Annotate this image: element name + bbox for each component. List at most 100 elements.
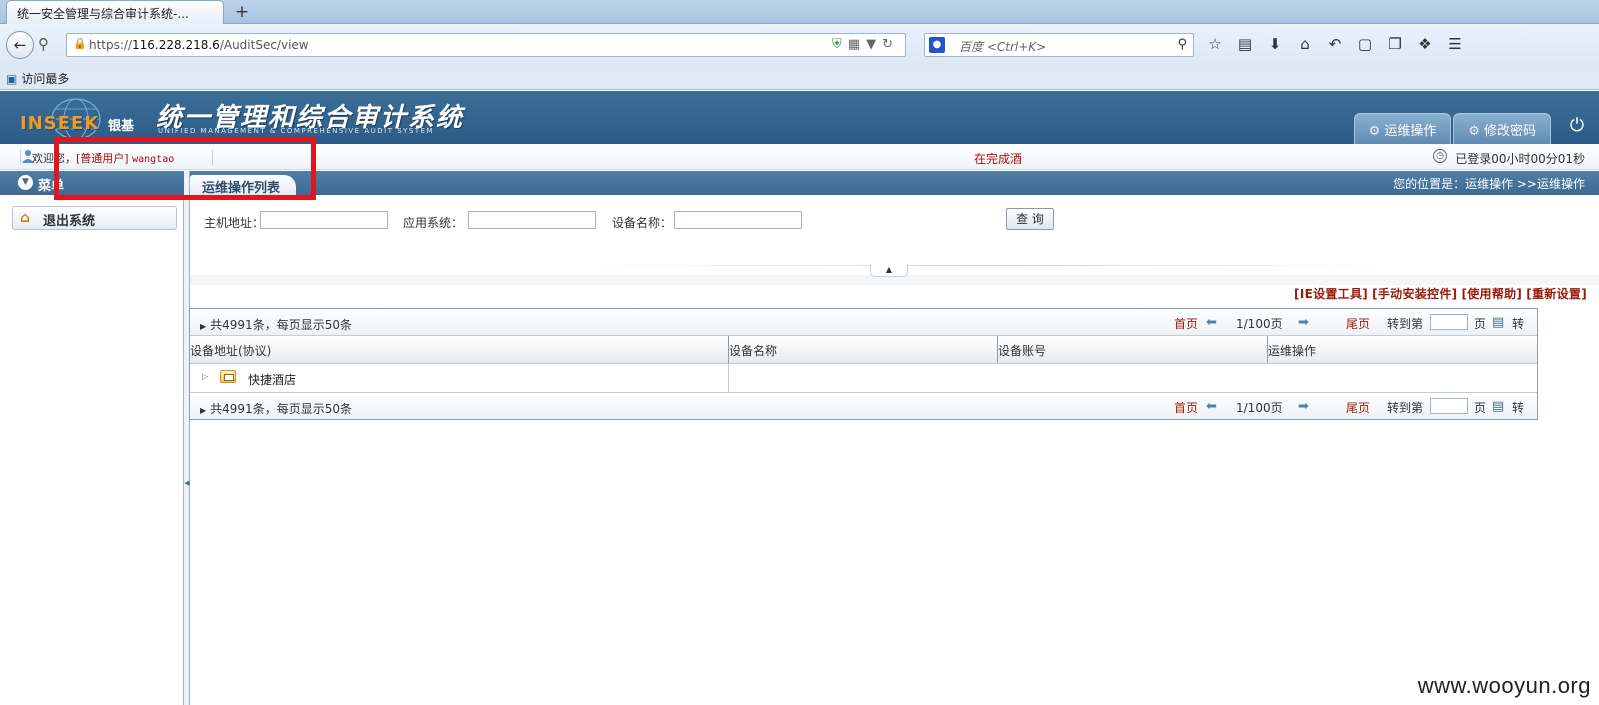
device-input[interactable] [674,211,802,229]
crop-icon[interactable]: ▢ [1350,35,1380,53]
header-tabs: ⚙ 运维操作 ⚙ 修改密码 [1352,113,1551,144]
install-control-link[interactable]: [手动安装控件] [1372,287,1457,301]
baidu-icon[interactable]: ● [929,37,945,53]
next-arrow-icon[interactable]: ➡ [1298,399,1309,414]
go-button[interactable]: 转 [1512,399,1524,416]
last-page-link[interactable]: 尾页 [1346,315,1370,332]
browser-navbar: ← ⚲ 🔒 https://116.228.218.6/AuditSec/vie… [0,24,1599,66]
goto-label: 转到第 [1387,317,1424,331]
prev-arrow-icon[interactable]: ⬅ [1206,399,1217,414]
query-button[interactable]: 查 询 [1006,208,1054,230]
sidebar: ▼ 菜单 ⌂ 退出系统 [0,171,184,705]
last-page-link[interactable]: 尾页 [1346,399,1370,416]
column-header[interactable]: 设备名称 [729,336,998,363]
page-number-input[interactable] [1430,398,1468,414]
address-bar[interactable]: 🔒 https://116.228.218.6/AuditSec/view ⛨▦… [66,33,906,57]
logo-cn: 银基 [108,119,135,134]
expand-triangle-icon[interactable]: ▷ [202,372,208,381]
menu-icon[interactable]: ☰ [1440,35,1470,53]
url-text: https://116.228.218.6/AuditSec/view [89,38,309,52]
prev-arrow-icon[interactable]: ⬅ [1206,315,1217,330]
tree-node[interactable]: ▷ 快捷酒店 [190,364,729,392]
new-tab-button[interactable]: + [232,2,252,22]
divider [590,265,1390,266]
key-icon[interactable]: ⚲ [38,35,49,53]
pager-top: ▶ 共4991条，每页显示50条 首页 ⬅ 1/100页 ➡ 尾页 转到第 页 ▤… [190,309,1537,336]
column-header[interactable]: 设备账号 [998,336,1268,363]
system-subtitle: UNIFIED MANAGEMENT & COMPREHENSIVE AUDIT… [158,127,435,135]
help-link[interactable]: [使用帮助] [1461,287,1522,301]
app-label: 应用系统： [403,216,464,230]
tool-links: [IE设置工具] [手动安装控件] [使用帮助] [重新设置] [1290,285,1587,302]
page-unit-label: 页 [1474,401,1487,415]
host-input[interactable] [260,211,388,229]
reset-link[interactable]: [重新设置] [1526,287,1587,301]
next-arrow-icon[interactable]: ➡ [1298,315,1309,330]
extension-icon[interactable]: ❖ [1410,35,1440,53]
undo-icon[interactable]: ↶ [1320,35,1350,53]
reader-icon[interactable]: ▤ [1230,35,1260,53]
marquee-text: 在完成酒 [974,152,1023,166]
go-page-icon[interactable]: ▤ [1492,399,1504,414]
goto-label: 转到第 [1387,401,1424,415]
first-page-link[interactable]: 首页 [1174,399,1198,416]
address-bar-icons: ⛨▦▼↻ [832,37,899,52]
go-button[interactable]: 转 [1512,315,1524,332]
page-unit-label: 页 [1474,317,1487,331]
search-placeholder: 百度 <Ctrl+K> [959,40,1047,54]
browser-toolbar: ☆ ▤ ⬇ ⌂ ↶ ▢ ❐ ❖ ☰ [1200,35,1470,53]
sidebar-item-logout[interactable]: ⌂ 退出系统 [12,206,177,230]
main-panel: 运维操作列表 您的位置是：运维操作 >>运维操作 主机地址： 应用系统： 设备名… [189,171,1599,705]
go-page-icon[interactable]: ▤ [1492,315,1504,330]
device-grid: ▶ 共4991条，每页显示50条 首页 ⬅ 1/100页 ➡ 尾页 转到第 页 ▤… [189,308,1538,420]
expand-icon: ▶ [200,322,207,331]
power-icon[interactable]: ⏻ [1565,115,1589,139]
highlight-annotation [54,137,316,200]
tab-ops[interactable]: ⚙ 运维操作 [1353,113,1452,144]
bookmark-star-icon[interactable]: ☆ [1200,35,1230,53]
host-label: 主机地址： [204,216,265,230]
bookmark-icon: ▣ [6,72,18,86]
key-icon: ⚙ [1468,124,1480,139]
pager-total: ▶ 共4991条，每页显示50条 [200,402,352,416]
home-page-icon[interactable]: ⌂ [1290,35,1320,53]
chevron-down-icon[interactable]: ▼ [18,175,33,190]
reload-icon: ↻ [882,37,899,52]
download-icon[interactable]: ⬇ [1260,35,1290,53]
bookmark-most-visited[interactable]: ▣ 访问最多 [6,70,69,87]
browser-tab-strip: 统一安全管理与综合审计系统-... + [0,0,1599,24]
tab-change-password[interactable]: ⚙ 修改密码 [1453,113,1551,144]
expand-icon: ▶ [200,406,207,415]
collapse-up-icon[interactable]: ▲ [870,264,908,277]
ie-settings-link[interactable]: [IE设置工具] [1294,287,1368,301]
app-input[interactable] [468,211,596,229]
back-button[interactable]: ← [6,31,34,59]
page-number-input[interactable] [1430,314,1468,330]
dropdown-icon: ▼ [866,37,883,52]
node-label[interactable]: 快捷酒店 [248,371,296,388]
main-tabbar: 运维操作列表 您的位置是：运维操作 >>运维操作 [190,171,1599,196]
page-info: 1/100页 [1236,317,1283,331]
folder-icon [220,370,236,383]
breadcrumb: 您的位置是：运维操作 >>运维操作 [1393,177,1585,191]
column-header[interactable]: 运维操作 [1268,336,1537,363]
search-icon[interactable]: ⚲ [1177,37,1187,52]
login-time: 已登录00小时00分01秒 [1455,152,1585,166]
clock-icon: ◷ [1433,149,1447,163]
qr-icon: ▦ [847,37,867,52]
bookmarks-bar: ▣ 访问最多 [0,66,1599,90]
table-header: 设备地址(协议) 设备名称 设备账号 运维操作 [190,336,1537,364]
browser-tab[interactable]: 统一安全管理与综合审计系统-... [6,0,224,24]
home-icon: ⌂ [20,210,31,226]
device-label: 设备名称： [612,216,673,230]
page-info: 1/100页 [1236,401,1283,415]
column-header[interactable]: 设备地址(协议) [190,336,729,363]
pager-total: ▶ 共4991条，每页显示50条 [200,318,352,332]
watermark: www.wooyun.org [1417,673,1591,698]
search-bar[interactable]: ● 百度 <Ctrl+K> ⚲ [924,33,1194,57]
pager-bottom: ▶ 共4991条，每页显示50条 首页 ⬅ 1/100页 ➡ 尾页 转到第 页 ▤… [190,392,1537,419]
table-row[interactable]: ▷ 快捷酒店 [190,364,1537,392]
window-icon[interactable]: ❐ [1380,35,1410,53]
first-page-link[interactable]: 首页 [1174,315,1198,332]
lock-icon: 🔒 [73,37,87,50]
